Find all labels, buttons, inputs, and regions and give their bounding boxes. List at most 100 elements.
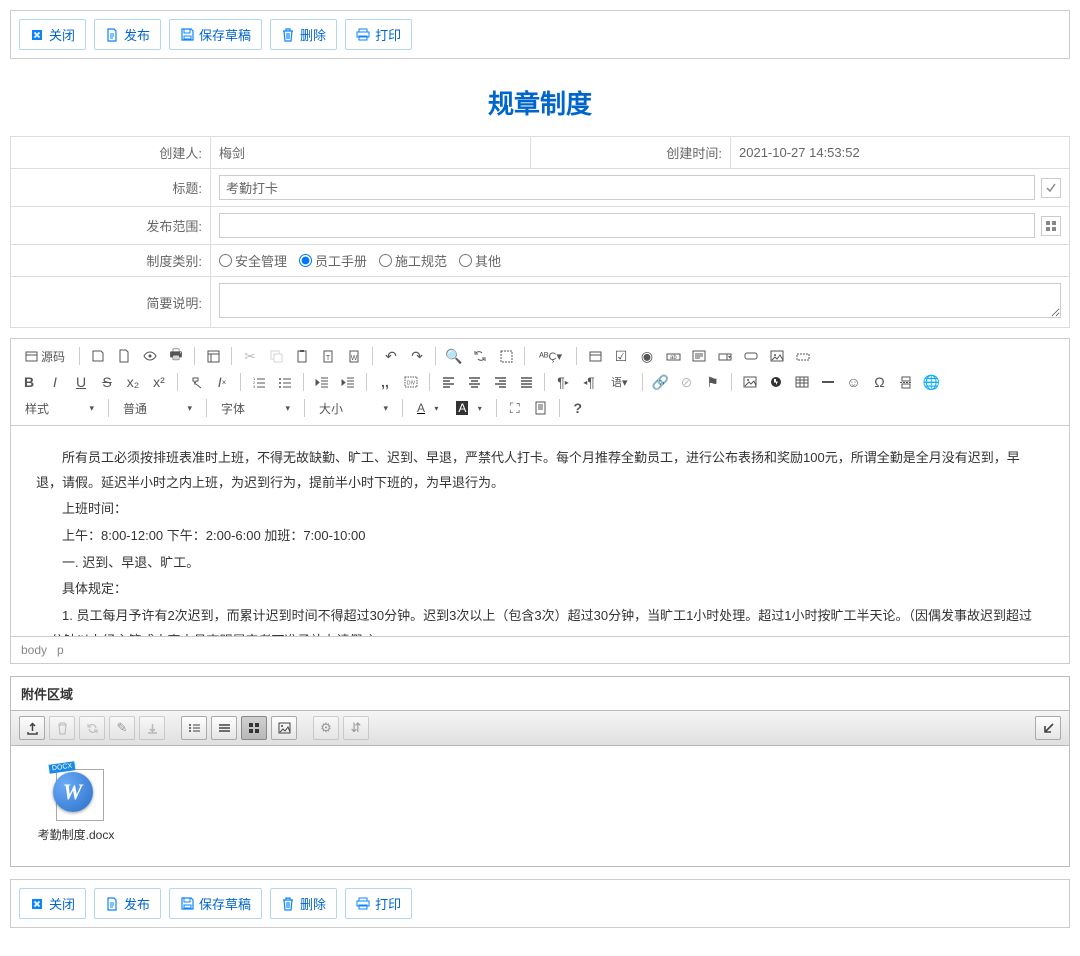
- align-center-icon[interactable]: [462, 371, 486, 393]
- italic-icon[interactable]: I: [43, 371, 67, 393]
- radio-construction[interactable]: 施工规范: [379, 251, 447, 270]
- view-details-icon[interactable]: [211, 716, 237, 740]
- close-button-bottom[interactable]: 关闭: [19, 888, 86, 919]
- size-dropdown[interactable]: 大小▾: [311, 397, 396, 419]
- radio-handbook[interactable]: 员工手册: [299, 251, 367, 270]
- unlink-icon[interactable]: ⊘: [675, 371, 699, 393]
- image-button-icon[interactable]: [765, 345, 789, 367]
- sort-icon[interactable]: ⇵: [343, 716, 369, 740]
- scope-input[interactable]: [219, 213, 1035, 238]
- cut-icon[interactable]: ✂: [238, 345, 262, 367]
- print-icon[interactable]: 🖶: [164, 345, 188, 367]
- brief-input[interactable]: [219, 283, 1061, 318]
- subject-input[interactable]: [219, 175, 1035, 200]
- replace-icon[interactable]: [468, 345, 492, 367]
- paste-text-icon[interactable]: T: [316, 345, 340, 367]
- form-icon[interactable]: [583, 345, 607, 367]
- radio-safety[interactable]: 安全管理: [219, 251, 287, 270]
- settings-icon[interactable]: ⚙: [313, 716, 339, 740]
- align-right-icon[interactable]: [488, 371, 512, 393]
- attachment-item[interactable]: W DOCX 考勤制度.docx: [26, 766, 126, 843]
- save-icon[interactable]: [86, 345, 110, 367]
- undo-icon[interactable]: ↶: [379, 345, 403, 367]
- copy-icon[interactable]: [264, 345, 288, 367]
- delete-attach-icon[interactable]: [49, 716, 75, 740]
- bold-icon[interactable]: B: [17, 371, 41, 393]
- div-icon[interactable]: DIV: [399, 371, 423, 393]
- preview-icon[interactable]: [138, 345, 162, 367]
- delete-button-bottom[interactable]: 删除: [270, 888, 337, 919]
- publish-button-bottom[interactable]: 发布: [94, 888, 161, 919]
- view-list-icon[interactable]: [181, 716, 207, 740]
- bidi-ltr-icon[interactable]: ¶▸: [551, 371, 575, 393]
- hidden-field-icon[interactable]: [791, 345, 815, 367]
- outdent-icon[interactable]: [310, 371, 334, 393]
- style-dropdown[interactable]: 样式▾: [17, 397, 102, 419]
- text-color-icon[interactable]: A ▾: [409, 397, 446, 419]
- select-icon[interactable]: [713, 345, 737, 367]
- upload-icon[interactable]: [19, 716, 45, 740]
- show-blocks-icon[interactable]: [529, 397, 553, 419]
- subscript-icon[interactable]: x₂: [121, 371, 145, 393]
- source-button[interactable]: 源码: [17, 345, 73, 367]
- replace-attach-icon[interactable]: [79, 716, 105, 740]
- format-dropdown[interactable]: 普通▾: [115, 397, 200, 419]
- checkbox-icon[interactable]: ☑: [609, 345, 633, 367]
- anchor-icon[interactable]: ⚑: [701, 371, 725, 393]
- collapse-icon[interactable]: [1035, 716, 1061, 740]
- superscript-icon[interactable]: x²: [147, 371, 171, 393]
- spellcheck-icon[interactable]: ᴬᴮÇ▾: [531, 345, 570, 367]
- find-icon[interactable]: 🔍: [442, 345, 466, 367]
- selectall-icon[interactable]: [494, 345, 518, 367]
- view-grid-icon[interactable]: [241, 716, 267, 740]
- iframe-icon[interactable]: 🌐: [920, 371, 944, 393]
- delete-button[interactable]: 删除: [270, 19, 337, 50]
- view-image-icon[interactable]: [271, 716, 297, 740]
- copy-format-icon[interactable]: [184, 371, 208, 393]
- editor-content[interactable]: 所有员工必须按排班表准时上班，不得无故缺勤、旷工、迟到、早退，严禁代人打卡。每个…: [11, 426, 1069, 636]
- table-icon[interactable]: [790, 371, 814, 393]
- radio-other[interactable]: 其他: [459, 251, 501, 270]
- strike-icon[interactable]: S: [95, 371, 119, 393]
- paste-word-icon[interactable]: W: [342, 345, 366, 367]
- print-button-bottom[interactable]: 打印: [345, 888, 412, 919]
- align-left-icon[interactable]: [436, 371, 460, 393]
- language-icon[interactable]: 语▾: [603, 371, 636, 393]
- remove-format-icon[interactable]: I×: [210, 371, 234, 393]
- flash-icon[interactable]: [764, 371, 788, 393]
- blockquote-icon[interactable]: ,,: [373, 371, 397, 393]
- bg-color-icon[interactable]: A ▾: [448, 397, 489, 419]
- maximize-icon[interactable]: ⛶: [503, 397, 527, 419]
- save-draft-button-bottom[interactable]: 保存草稿: [169, 888, 262, 919]
- font-dropdown[interactable]: 字体▾: [213, 397, 298, 419]
- link-icon[interactable]: 🔗: [649, 371, 673, 393]
- download-icon[interactable]: [139, 716, 165, 740]
- underline-icon[interactable]: U: [69, 371, 93, 393]
- scope-picker-icon[interactable]: [1041, 216, 1061, 236]
- bullet-list-icon[interactable]: [273, 371, 297, 393]
- button-icon[interactable]: [739, 345, 763, 367]
- numbered-list-icon[interactable]: 123: [247, 371, 271, 393]
- paste-icon[interactable]: [290, 345, 314, 367]
- print-button[interactable]: 打印: [345, 19, 412, 50]
- indent-icon[interactable]: [336, 371, 360, 393]
- radio-icon[interactable]: ◉: [635, 345, 659, 367]
- special-char-icon[interactable]: Ω: [868, 371, 892, 393]
- textarea-icon[interactable]: [687, 345, 711, 367]
- publish-button[interactable]: 发布: [94, 19, 161, 50]
- edit-attach-icon[interactable]: ✎: [109, 716, 135, 740]
- about-icon[interactable]: ?: [566, 397, 590, 419]
- templates-icon[interactable]: [201, 345, 225, 367]
- align-justify-icon[interactable]: [514, 371, 538, 393]
- hr-icon[interactable]: [816, 371, 840, 393]
- subject-confirm-icon[interactable]: [1041, 178, 1061, 198]
- textfield-icon[interactable]: ab: [661, 345, 685, 367]
- save-draft-button[interactable]: 保存草稿: [169, 19, 262, 50]
- close-button[interactable]: 关闭: [19, 19, 86, 50]
- pagebreak-icon[interactable]: [894, 371, 918, 393]
- newpage-icon[interactable]: [112, 345, 136, 367]
- redo-icon[interactable]: ↷: [405, 345, 429, 367]
- image-icon[interactable]: [738, 371, 762, 393]
- bidi-rtl-icon[interactable]: ◂¶: [577, 371, 601, 393]
- smiley-icon[interactable]: ☺: [842, 371, 866, 393]
